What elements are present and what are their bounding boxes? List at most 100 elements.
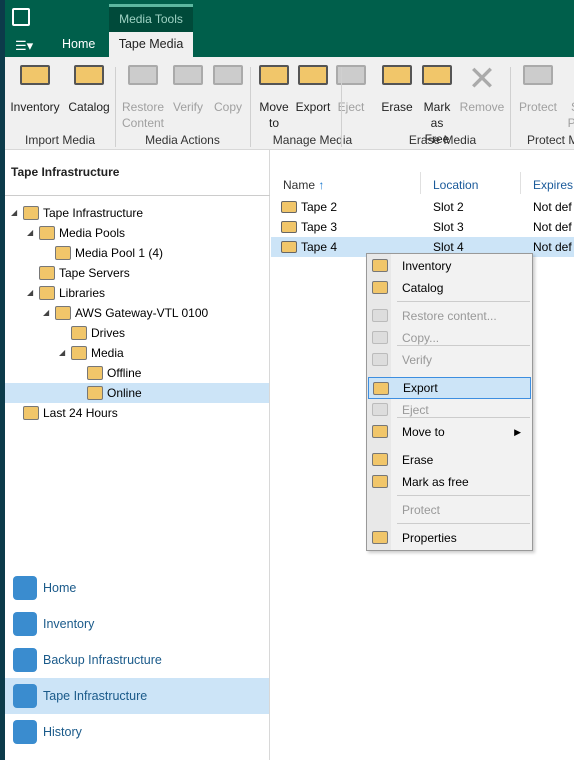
tree-item-offline[interactable]: Offline: [5, 363, 269, 383]
home-icon: [13, 576, 37, 600]
menu-label: Export: [403, 381, 438, 395]
nav-label: Tape Infrastructure: [43, 689, 148, 703]
tab-home[interactable]: Home: [50, 32, 107, 57]
tree-item-drives[interactable]: Drives: [5, 323, 269, 343]
nav-backup-infrastructure[interactable]: Backup Infrastructure: [5, 642, 269, 678]
menu-label: Eject: [402, 403, 429, 417]
nav-label: History: [43, 725, 82, 739]
column-expires[interactable]: Expires: [533, 178, 573, 192]
tree-item-label: Drives: [91, 326, 126, 340]
pane-title: Tape Infrastructure: [11, 165, 120, 179]
protect-button[interactable]: Protect: [515, 63, 561, 115]
menu-item-inventory[interactable]: Inventory: [368, 255, 531, 277]
nav-label: Home: [43, 581, 77, 595]
tree-item-label: Media Pools: [59, 226, 126, 240]
expand-arrow-icon[interactable]: ◢: [43, 303, 55, 323]
tree-item-media-pool-1-4[interactable]: Media Pool 1 (4): [5, 243, 269, 263]
backup-infrastructure-icon: [13, 648, 37, 672]
restore-content-icon: [372, 309, 388, 322]
export-icon: [296, 63, 330, 95]
eject-icon: [334, 63, 368, 95]
menu-label: Mark as free: [402, 475, 469, 489]
nav-history[interactable]: History: [5, 714, 269, 750]
menu-label: Copy...: [402, 331, 440, 345]
drives-icon: [71, 326, 87, 340]
eject-icon: [372, 403, 388, 416]
mark-as-free-icon: [372, 475, 388, 488]
move-to-button[interactable]: Move to: [255, 63, 293, 131]
nav-label: Inventory: [43, 617, 95, 631]
nav-home[interactable]: Home: [5, 570, 269, 606]
tree-item-tape-servers[interactable]: Tape Servers: [5, 263, 269, 283]
expand-arrow-icon[interactable]: ◢: [59, 343, 71, 363]
copy-button[interactable]: Copy: [209, 63, 247, 115]
table-row[interactable]: Tape 3 Slot 3 Not def: [271, 217, 574, 237]
set-partition-button[interactable]: S Pa: [565, 63, 574, 131]
restore-content-button[interactable]: Restore Content: [117, 63, 169, 131]
inventory-button[interactable]: Inventory: [9, 63, 61, 115]
export-button[interactable]: Export: [293, 63, 333, 115]
navigation-pane: Tape Infrastructure ◢ Tape Infrastructure…: [5, 150, 270, 760]
cell-name: Tape 2: [301, 200, 338, 214]
column-location[interactable]: Location: [433, 178, 478, 192]
column-name[interactable]: Name ↑: [283, 178, 324, 192]
tree-item-libraries[interactable]: ◢ Libraries: [5, 283, 269, 303]
menu-item-verify[interactable]: Verify: [368, 349, 531, 371]
mark-as-free-icon: [420, 63, 454, 95]
menu-label: Move to: [402, 425, 445, 439]
group-import-media: Import Media: [24, 133, 96, 147]
tree-item-online[interactable]: Online: [5, 383, 269, 403]
group-protect-media: Protect M: [527, 133, 574, 147]
tree-item-media-pools[interactable]: ◢ Media Pools: [5, 223, 269, 243]
expand-arrow-icon[interactable]: ◢: [27, 223, 39, 243]
sort-ascending-icon: ↑: [318, 178, 325, 192]
copy-icon: [372, 331, 388, 344]
aws-gateway-vtl-0100-icon: [55, 306, 71, 320]
menu-item-copy[interactable]: Copy...: [368, 327, 531, 349]
group-erase-media: Erase Media: [408, 133, 477, 147]
menu-item-export[interactable]: Export: [368, 377, 531, 399]
nav-inventory[interactable]: Inventory: [5, 606, 269, 642]
tree-item-label: Offline: [107, 366, 142, 380]
catalog-icon: [372, 281, 388, 294]
cell-expires: Not def: [533, 240, 572, 254]
menu-item-properties[interactable]: Properties: [368, 527, 531, 549]
expand-arrow-icon[interactable]: ◢: [11, 203, 23, 223]
erase-button[interactable]: Erase: [377, 63, 417, 115]
catalog-icon: [72, 63, 106, 95]
inventory-icon: [372, 259, 388, 272]
tape-servers-icon: [39, 266, 55, 280]
eject-button[interactable]: Eject: [333, 63, 369, 115]
group-media-actions: Media Actions: [145, 133, 220, 147]
menu-item-protect[interactable]: Protect: [368, 499, 531, 521]
menu-item-erase[interactable]: Erase: [368, 449, 531, 471]
expand-arrow-icon[interactable]: ◢: [27, 283, 39, 303]
remove-button[interactable]: ✕ Remove: [459, 60, 505, 115]
tape-icon: [281, 201, 297, 213]
menu-item-catalog[interactable]: Catalog: [368, 277, 531, 299]
menu-item-mark-as-free[interactable]: Mark as free: [368, 471, 531, 493]
tree-item-label: AWS Gateway-VTL 0100: [75, 306, 209, 320]
tree-item-media[interactable]: ◢ Media: [5, 343, 269, 363]
remove-icon: ✕: [467, 60, 497, 98]
tree-item-last-24-hours[interactable]: Last 24 Hours: [5, 403, 269, 423]
tab-tape-media[interactable]: Tape Media: [109, 32, 193, 57]
menu-item-eject[interactable]: Eject: [368, 399, 531, 421]
cell-expires: Not def: [533, 220, 572, 234]
menu-item-restore-content[interactable]: Restore content...: [368, 305, 531, 327]
tree-item-tape-infrastructure[interactable]: ◢ Tape Infrastructure: [5, 203, 269, 223]
menu-label: Restore content...: [402, 309, 497, 323]
catalog-button[interactable]: Catalog: [65, 63, 113, 115]
tape-infrastructure-icon: [13, 684, 37, 708]
tree-item-aws-gateway-vtl-0100[interactable]: ◢ AWS Gateway-VTL 0100: [5, 303, 269, 323]
main-menu-button[interactable]: ☰▾: [15, 38, 33, 54]
verify-button[interactable]: Verify: [169, 63, 207, 115]
cell-name: Tape 4: [301, 240, 338, 254]
nav-tape-infrastructure[interactable]: Tape Infrastructure: [5, 678, 269, 714]
table-row[interactable]: Tape 2 Slot 2 Not def: [271, 197, 574, 217]
app-window: Media Tools ☰▾ Home Tape Media Inventory…: [5, 0, 574, 760]
inventory-icon: [18, 63, 52, 95]
erase-icon: [372, 453, 388, 466]
menu-item-move-to[interactable]: Move to ▶: [368, 421, 531, 443]
export-icon: [373, 382, 389, 395]
